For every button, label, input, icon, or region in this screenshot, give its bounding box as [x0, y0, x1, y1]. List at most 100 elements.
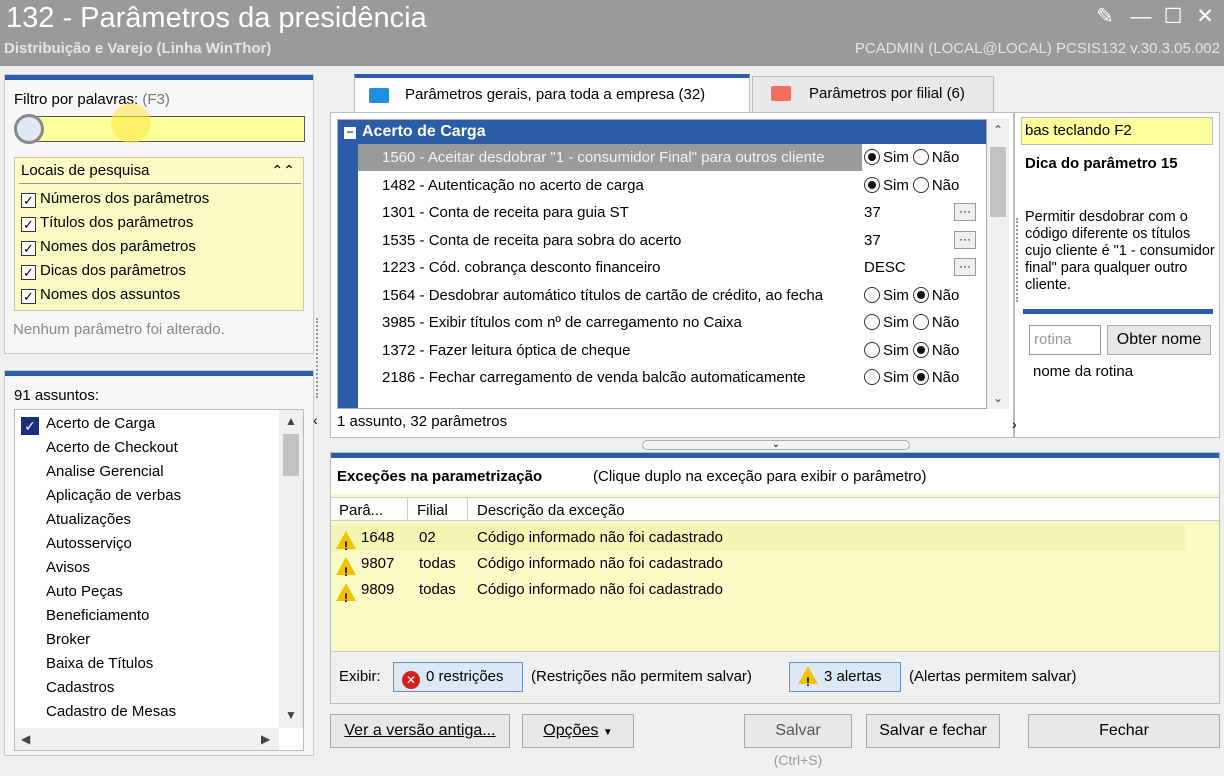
checkbox[interactable]: ✓ [21, 265, 36, 280]
exception-row[interactable]: 9807 todas Código informado não foi cadast… [331, 551, 1185, 585]
radio-button[interactable] [912, 286, 929, 303]
save-button[interactable]: Salvar [744, 714, 852, 748]
subject-item[interactable]: Auto Peças [15, 580, 279, 604]
subject-item[interactable]: Aplicação de verbas [15, 484, 279, 508]
tab-per-branch[interactable]: Parâmetros por filial (6) [752, 76, 994, 112]
param-value[interactable]: DESC ··· [862, 254, 986, 281]
col-filial[interactable]: Filial [417, 502, 448, 519]
minimize-icon[interactable]: — [1128, 4, 1154, 30]
param-row[interactable]: 1482 - Autenticação no acerto de carga Si… [358, 171, 986, 199]
param-value[interactable]: Sim Não [862, 336, 986, 364]
search-location-item[interactable]: ✓ Números dos parâmetros [21, 190, 209, 208]
param-row[interactable]: 1535 - Conta de receita para sobra do ac… [358, 226, 986, 254]
scroll-up-icon[interactable]: ⌃ [987, 123, 1009, 137]
search-location-item[interactable]: ✓ Nomes dos assuntos [21, 286, 180, 304]
exception-row[interactable]: 9809 todas Código informado não foi cadast… [331, 577, 1185, 611]
param-field-value[interactable]: 37 [864, 232, 881, 249]
subjects-hscrollbar[interactable]: ◀ ▶ [15, 728, 279, 750]
param-row[interactable]: 1564 - Desdobrar automático títulos de c… [358, 281, 986, 309]
scroll-thumb[interactable] [283, 434, 299, 476]
search-location-item[interactable]: ✓ Títulos dos parâmetros [21, 214, 193, 232]
restrictions-button[interactable]: ✕ 0 restrições [393, 662, 523, 692]
radio-button[interactable] [912, 314, 929, 330]
radio-nao[interactable]: Não [912, 314, 959, 331]
expand-right-icon[interactable]: › [1012, 416, 1017, 432]
subject-item[interactable]: Beneficiamento [15, 604, 279, 628]
radio-sim[interactable]: Sim [864, 149, 909, 166]
radio-sim[interactable]: Sim [864, 341, 909, 359]
param-row[interactable]: 3985 - Exibir títulos com nº de carregam… [358, 309, 986, 336]
radio-button[interactable] [912, 176, 929, 193]
ellipsis-button[interactable]: ··· [954, 203, 976, 221]
search-location-item[interactable]: ✓ Dicas dos parâmetros [21, 262, 186, 280]
param-value[interactable]: 37 ··· [862, 226, 986, 254]
checkbox[interactable]: ✓ [21, 241, 36, 256]
alerts-button[interactable]: 3 alertas [789, 662, 901, 696]
hint-splitter[interactable] [1016, 218, 1022, 302]
scroll-down-icon[interactable]: ⌄ [987, 391, 1009, 405]
search-location-item[interactable]: ✓ Nomes dos parâmetros [21, 238, 196, 256]
collapse-left-icon[interactable]: ‹ [313, 412, 325, 432]
subject-item[interactable]: Baixa de Títulos [15, 652, 279, 676]
checkbox[interactable]: ✓ [21, 217, 36, 232]
radio-nao[interactable]: Não [912, 341, 959, 359]
param-value[interactable]: Sim Não [862, 144, 986, 171]
tab-general[interactable]: Parâmetros gerais, para toda a empresa (… [354, 74, 750, 112]
ellipsis-button[interactable]: ··· [954, 230, 976, 249]
save-close-button[interactable]: Salvar e fechar [866, 714, 1000, 748]
radio-sim[interactable]: Sim [864, 314, 909, 331]
param-value[interactable]: Sim Não [862, 364, 986, 391]
subject-item[interactable]: Broker [15, 628, 279, 652]
radio-button[interactable] [912, 369, 929, 385]
param-value[interactable]: Sim Não [862, 309, 986, 336]
radio-button[interactable] [864, 149, 880, 165]
radio-button[interactable] [864, 286, 880, 303]
scroll-thumb[interactable] [990, 147, 1006, 217]
close-icon[interactable]: ✕ [1192, 4, 1218, 30]
scroll-down-icon[interactable]: ▼ [279, 708, 303, 722]
radio-nao[interactable]: Não [912, 369, 959, 386]
checkbox[interactable]: ✓ [21, 289, 36, 304]
collapse-group-icon[interactable]: − [344, 126, 356, 139]
group-header[interactable]: − Acerto de Carga [338, 120, 986, 144]
radio-button[interactable] [864, 341, 880, 358]
checkbox[interactable]: ✓ [21, 193, 36, 208]
radio-button[interactable] [864, 314, 880, 330]
param-row[interactable]: 1560 - Aceitar desdobrar "1 - consumidor… [358, 144, 986, 171]
scroll-right-icon[interactable]: ▶ [261, 732, 270, 746]
radio-nao[interactable]: Não [912, 176, 959, 194]
radio-sim[interactable]: Sim [864, 286, 909, 304]
param-field-value[interactable]: 37 [864, 204, 881, 221]
radio-sim[interactable]: Sim [864, 176, 909, 194]
close-button[interactable]: Fechar [1028, 714, 1220, 748]
param-field-value[interactable]: DESC [864, 259, 906, 276]
param-row[interactable]: 2186 - Fechar carregamento de venda balc… [358, 364, 986, 391]
param-row[interactable]: 1372 - Fazer leitura óptica de cheque Sim… [358, 336, 986, 364]
radio-button[interactable] [864, 176, 880, 193]
ellipsis-button[interactable]: ··· [954, 258, 976, 276]
scroll-up-icon[interactable]: ▲ [279, 414, 303, 428]
param-value[interactable]: Sim Não [862, 171, 986, 199]
radio-sim[interactable]: Sim [864, 369, 909, 386]
get-name-button[interactable]: Obter nome [1107, 325, 1211, 355]
old-version-button[interactable]: Ver a versão antiga... [330, 714, 510, 748]
subjects-scrollbar[interactable]: ▲ ▼ [279, 410, 303, 728]
radio-button[interactable] [912, 341, 929, 358]
radio-nao[interactable]: Não [912, 286, 959, 304]
params-scrollbar[interactable]: ⌃ ⌄ [987, 119, 1009, 409]
subject-item[interactable]: Analise Gerencial [15, 460, 279, 484]
radio-button[interactable] [864, 369, 880, 385]
radio-button[interactable] [912, 149, 929, 165]
col-description[interactable]: Descrição da exceção [477, 502, 625, 519]
collapse-icon[interactable]: ⌃⌃ [272, 162, 295, 179]
subject-item[interactable]: Avisos [15, 556, 279, 580]
scroll-left-icon[interactable]: ◀ [21, 732, 30, 746]
edit-icon[interactable]: ✎ [1092, 4, 1118, 30]
param-row[interactable]: 1223 - Cód. cobrança desconto financeiro… [358, 254, 986, 281]
horizontal-splitter[interactable]: ⌄ [642, 440, 910, 450]
radio-nao[interactable]: Não [912, 149, 959, 166]
col-param[interactable]: Parâ... [339, 502, 383, 519]
subject-item[interactable]: Autosserviço [15, 532, 279, 556]
routine-input[interactable]: rotina [1029, 325, 1101, 355]
param-value[interactable]: Sim Não [862, 281, 986, 309]
